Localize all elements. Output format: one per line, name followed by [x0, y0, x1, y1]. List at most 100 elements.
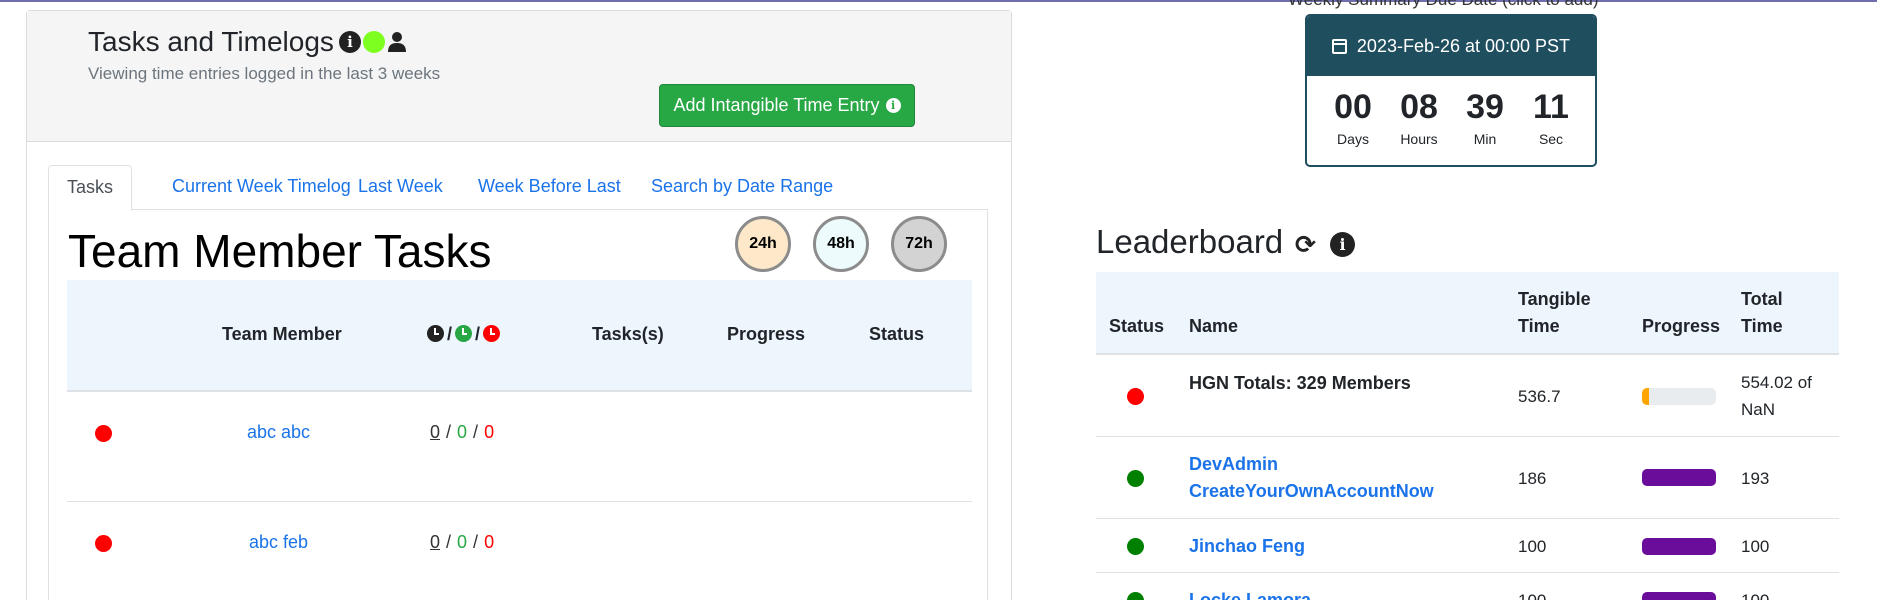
status-dot — [1127, 538, 1144, 555]
team-tasks-pane: Team Member Tasks 24h 48h 72h Team Membe… — [48, 210, 988, 600]
tangible-time: 100 — [1518, 537, 1547, 556]
filter-24h-button[interactable]: 24h — [735, 216, 791, 272]
title-icons: i — [339, 31, 407, 53]
countdown-widget[interactable]: 2023-Feb-26 at 00:00 PST 00 Days 08 Hours … — [1305, 14, 1597, 167]
progress-bar — [1642, 388, 1716, 405]
tab-current-week-timelog[interactable]: Current Week Timelog — [154, 165, 369, 210]
count-red: 0 — [484, 422, 495, 442]
member-link[interactable]: abc abc — [247, 422, 310, 443]
minutes-label: Min — [1473, 131, 1497, 147]
totals-label: HGN Totals: 329 Members — [1189, 373, 1411, 393]
status-dot — [95, 535, 112, 552]
count-green: 0 — [457, 532, 468, 552]
col-tasks: Tasks(s) — [592, 324, 664, 344]
total-time: 100 — [1741, 587, 1769, 600]
hours-label: Hours — [1400, 131, 1438, 147]
total-time: 100 — [1741, 537, 1770, 556]
leaderboard-title: Leaderboard — [1096, 223, 1284, 260]
filter-72h-button[interactable]: 72h — [891, 216, 947, 272]
count-total[interactable]: 0 — [430, 422, 440, 442]
calendar-icon — [1331, 38, 1347, 54]
tab-tasks[interactable]: Tasks — [48, 165, 133, 211]
tab-week-before-last[interactable]: Week Before Last — [460, 165, 639, 210]
weekly-summary-due-date-link[interactable]: Weekly Summary Due Date (click to add) — [1288, 0, 1599, 10]
tab-last-week[interactable]: Last Week — [340, 165, 461, 210]
time-counts: 0/0/0 — [430, 422, 495, 442]
total-time-line2: NaN — [1741, 400, 1776, 419]
filter-72h-label: 72h — [905, 235, 933, 252]
member-name-link[interactable]: Jinchao Feng — [1189, 533, 1305, 560]
member-name-link[interactable]: Locke Lamora — [1189, 587, 1311, 600]
member-name-link[interactable]: DevAdmin CreateYourOwnAccountNow — [1189, 451, 1434, 505]
refresh-icon[interactable]: ⟳ — [1293, 232, 1318, 257]
col-progress: Progress — [1642, 316, 1721, 336]
status-dot — [1127, 592, 1144, 600]
col-progress: Progress — [727, 324, 806, 344]
member-link[interactable]: abc feb — [249, 532, 308, 553]
progress-fill — [1642, 469, 1716, 486]
col-status: Status — [869, 324, 925, 344]
info-icon[interactable]: i — [339, 31, 361, 53]
progress-fill — [1642, 388, 1650, 405]
countdown-units: 00 Days 08 Hours 39 Min 11 Sec — [1307, 88, 1595, 158]
count-red: 0 — [484, 532, 495, 552]
leaderboard-row: Locke Lamora 100 100 — [1096, 573, 1839, 600]
col-tangible-time: Tangible Time — [1518, 286, 1591, 340]
add-intangible-time-button[interactable]: Add Intangible Time Entry i — [659, 84, 915, 127]
filter-48h-label: 48h — [827, 235, 855, 252]
countdown-hours: 08 Hours — [1389, 88, 1449, 147]
tangible-time: 100 — [1518, 587, 1546, 600]
clock-icon — [455, 325, 473, 342]
online-status-icon — [363, 31, 385, 53]
progress-bar — [1642, 592, 1716, 600]
leaderboard-header: Status Name Tangible Time Progress Total T… — [1096, 272, 1839, 355]
leaderboard-row: Jinchao Feng 100 100 — [1096, 519, 1839, 573]
col-total-time: Total Time — [1741, 286, 1783, 340]
col-name: Name — [1189, 316, 1239, 336]
countdown-minutes: 39 Min — [1455, 88, 1515, 147]
clock-icon — [427, 325, 444, 342]
tab-search-by-date-range[interactable]: Search by Date Range — [633, 165, 851, 210]
total-time-line1: 554.02 of — [1741, 373, 1812, 392]
progress-bar — [1642, 538, 1716, 555]
card-header: Tasks and Timelogs i Viewing time entrie… — [27, 11, 1011, 142]
status-dot — [1127, 388, 1144, 405]
filter-48h-button[interactable]: 48h — [813, 216, 869, 272]
clock-icon — [483, 325, 501, 342]
tasks-table-header: Team Member / / Tasks(s) Progress Status — [67, 280, 972, 392]
progress-fill — [1642, 538, 1716, 555]
col-tangible-line1: Tangible — [1518, 289, 1591, 309]
progress-fill — [1642, 592, 1716, 600]
info-icon: i — [885, 98, 901, 113]
add-button-label: Add Intangible Time Entry — [673, 95, 880, 115]
status-dot — [1127, 470, 1144, 487]
count-total[interactable]: 0 — [430, 532, 440, 552]
col-total-line2: Time — [1741, 316, 1783, 336]
col-time-icons: / / — [427, 324, 501, 345]
status-dot — [95, 425, 112, 442]
user-icon[interactable] — [387, 31, 407, 53]
hours-value: 08 — [1400, 88, 1438, 126]
total-time: 554.02 of NaN — [1741, 369, 1812, 423]
leaderboard-row-totals: HGN Totals: 329 Members 536.7 554.02 of N… — [1096, 355, 1839, 437]
seconds-value: 11 — [1533, 88, 1569, 126]
progress-bar — [1642, 469, 1716, 486]
col-team-member: Team Member — [222, 324, 342, 344]
table-row: abc feb 0/0/0 — [67, 502, 972, 600]
count-green: 0 — [457, 422, 468, 442]
col-total-line1: Total — [1741, 289, 1783, 309]
leaderboard-icons: ⟳ i — [1293, 232, 1355, 257]
col-status: Status — [1109, 316, 1165, 336]
filter-24h-label: 24h — [749, 235, 777, 252]
team-member-tasks-title: Team Member Tasks — [68, 225, 492, 277]
card-subtitle: Viewing time entries logged in the last … — [88, 64, 441, 83]
seconds-label: Sec — [1538, 131, 1564, 147]
tangible-time: 186 — [1518, 469, 1547, 488]
due-datetime: 2023-Feb-26 at 00:00 PST — [1356, 35, 1571, 56]
due-date-header: 2023-Feb-26 at 00:00 PST — [1307, 16, 1595, 76]
timelog-tabs: Tasks Current Week Timelog Last Week Wee… — [48, 165, 988, 211]
countdown-seconds: 11 Sec — [1521, 88, 1581, 147]
member-name-line2: CreateYourOwnAccountNow — [1189, 481, 1434, 501]
countdown-days: 00 Days — [1323, 88, 1383, 147]
info-icon[interactable]: i — [1330, 232, 1355, 257]
